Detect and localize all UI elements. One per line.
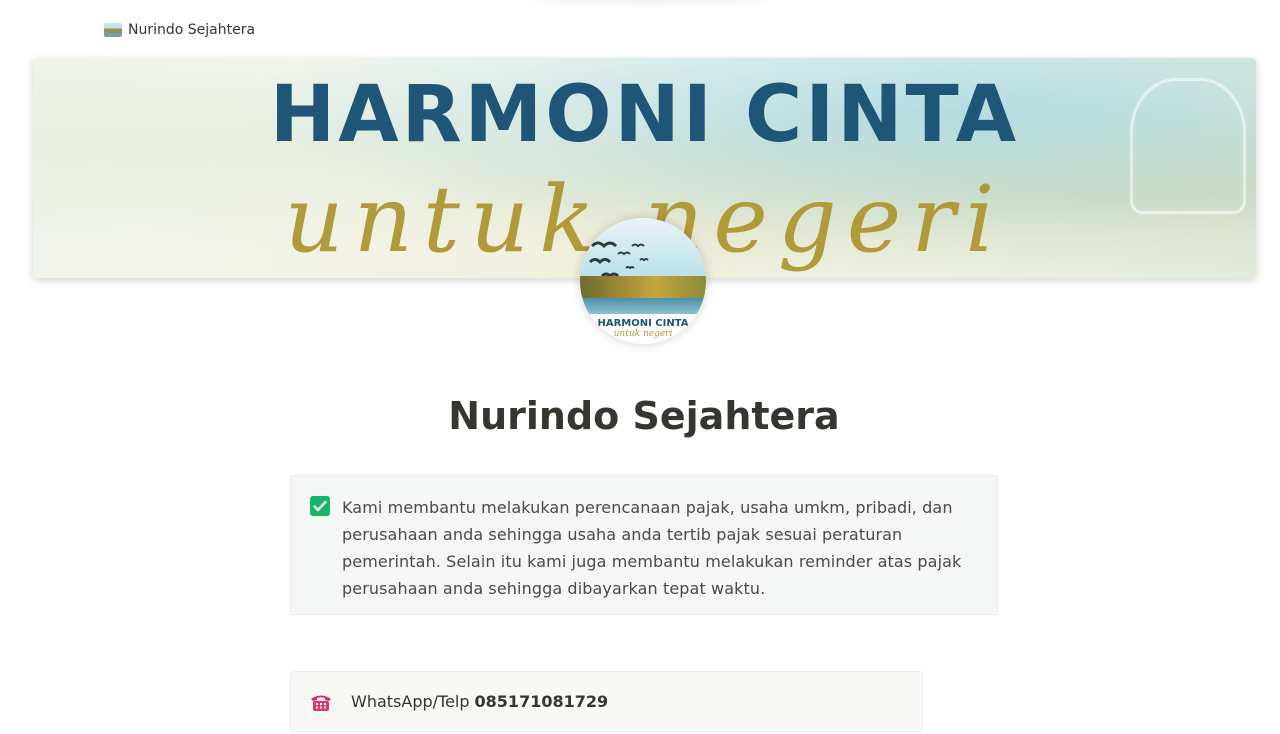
contact-label: WhatsApp/Telp <box>351 692 470 711</box>
page-title[interactable]: Nurindo Sejahtera <box>0 394 1280 438</box>
callout-text[interactable]: Kami membantu melakukan perencanaan paja… <box>342 494 973 602</box>
contact-number[interactable]: 085171081729 <box>475 692 609 711</box>
landscape-thumbnail-icon <box>104 23 122 37</box>
page-avatar[interactable]: HARMONI CINTA untuk negeri <box>580 218 706 344</box>
callout-block[interactable]: Kami membantu melakukan perencanaan paja… <box>290 475 998 615</box>
avatar-water <box>580 298 706 314</box>
avatar-land <box>580 276 706 298</box>
avatar-script: untuk negeri <box>613 329 673 339</box>
contact-callout[interactable]: WhatsApp/Telp 085171081729 <box>290 671 923 732</box>
top-bar: Nurindo Sejahtera <box>0 0 1280 58</box>
breadcrumb-title: Nurindo Sejahtera <box>128 22 256 38</box>
check-icon[interactable] <box>310 496 330 516</box>
breadcrumb[interactable]: Nurindo Sejahtera <box>104 20 255 40</box>
avatar-title: HARMONI CINTA <box>597 318 689 329</box>
cover-title: HARMONI CINTA <box>269 70 1020 160</box>
telephone-icon <box>311 695 331 711</box>
